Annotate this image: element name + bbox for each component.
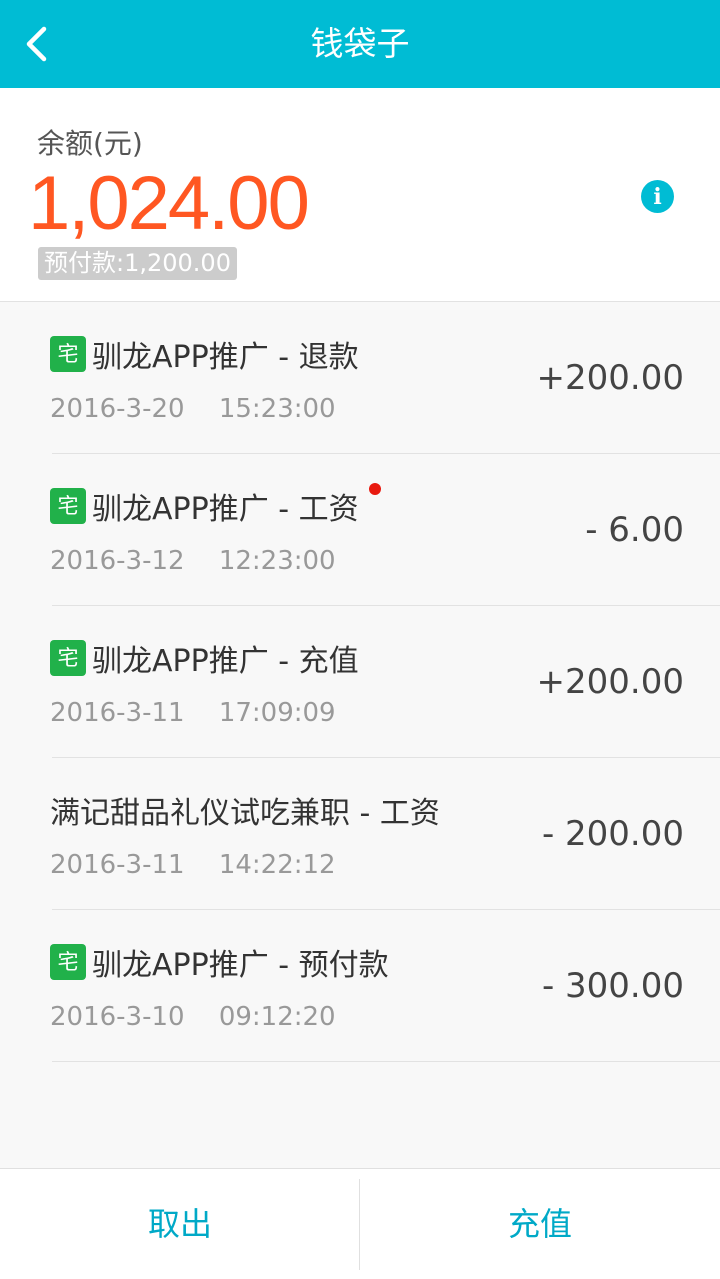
withdraw-button[interactable]: 取出 [0, 1169, 360, 1279]
list-item[interactable]: 宅 驯龙APP推广 - 充值 2016-3-11 17:09:09 +200.0… [0, 606, 720, 758]
app-header: 钱袋子 [0, 0, 720, 88]
transaction-date: 2016-3-11 14:22:12 [50, 850, 336, 880]
info-icon[interactable]: i [641, 180, 674, 213]
balance-amount: 1,024.00 [28, 161, 310, 246]
divider [52, 1061, 720, 1062]
balance-panel: 余额(元) 1,024.00 预付款:1,200.00 i [0, 88, 720, 302]
unread-dot [369, 483, 381, 495]
tag-badge: 宅 [50, 336, 86, 372]
balance-label: 余额(元) [37, 127, 143, 160]
prepaid-badge: 预付款:1,200.00 [38, 247, 237, 280]
page-title: 钱袋子 [310, 24, 410, 63]
recharge-button[interactable]: 充值 [360, 1169, 720, 1279]
transaction-amount: - 200.00 [541, 814, 684, 854]
transaction-title-text: 驯龙APP推广 - 预付款 [92, 948, 389, 983]
tag-badge: 宅 [50, 488, 86, 524]
transaction-title: 满记甜品礼仪试吃兼职 - 工资 [50, 788, 440, 832]
transaction-amount: +200.00 [536, 662, 684, 702]
list-item[interactable]: 宅 驯龙APP推广 - 预付款 2016-3-10 09:12:20 - 300… [0, 910, 720, 1062]
transaction-title-text: 驯龙APP推广 - 退款 [92, 340, 359, 375]
bottom-action-bar: 取出 充值 [0, 1168, 720, 1279]
transaction-title: 宅 驯龙APP推广 - 预付款 [50, 940, 389, 984]
transaction-date: 2016-3-10 09:12:20 [50, 1002, 336, 1032]
list-item[interactable]: 宅 驯龙APP推广 - 工资 2016-3-12 12:23:00 - 6.00 [0, 454, 720, 606]
transaction-date: 2016-3-11 17:09:09 [50, 698, 336, 728]
list-item[interactable]: 满记甜品礼仪试吃兼职 - 工资 2016-3-11 14:22:12 - 200… [0, 758, 720, 910]
transaction-title-text: 驯龙APP推广 - 工资 [92, 492, 359, 527]
transaction-date: 2016-3-12 12:23:00 [50, 546, 336, 576]
transaction-amount: +200.00 [536, 358, 684, 398]
transaction-title: 宅 驯龙APP推广 - 工资 [50, 484, 359, 528]
transaction-amount: - 6.00 [585, 510, 684, 550]
transaction-title: 宅 驯龙APP推广 - 退款 [50, 332, 359, 376]
transaction-title: 宅 驯龙APP推广 - 充值 [50, 636, 359, 680]
list-item[interactable]: 宅 驯龙APP推广 - 退款 2016-3-20 15:23:00 +200.0… [0, 302, 720, 454]
transaction-title-text: 满记甜品礼仪试吃兼职 - 工资 [50, 796, 440, 831]
tag-badge: 宅 [50, 640, 86, 676]
tag-badge: 宅 [50, 944, 86, 980]
transaction-amount: - 300.00 [541, 966, 684, 1006]
transaction-date: 2016-3-20 15:23:00 [50, 394, 336, 424]
transaction-title-text: 驯龙APP推广 - 充值 [92, 644, 359, 679]
